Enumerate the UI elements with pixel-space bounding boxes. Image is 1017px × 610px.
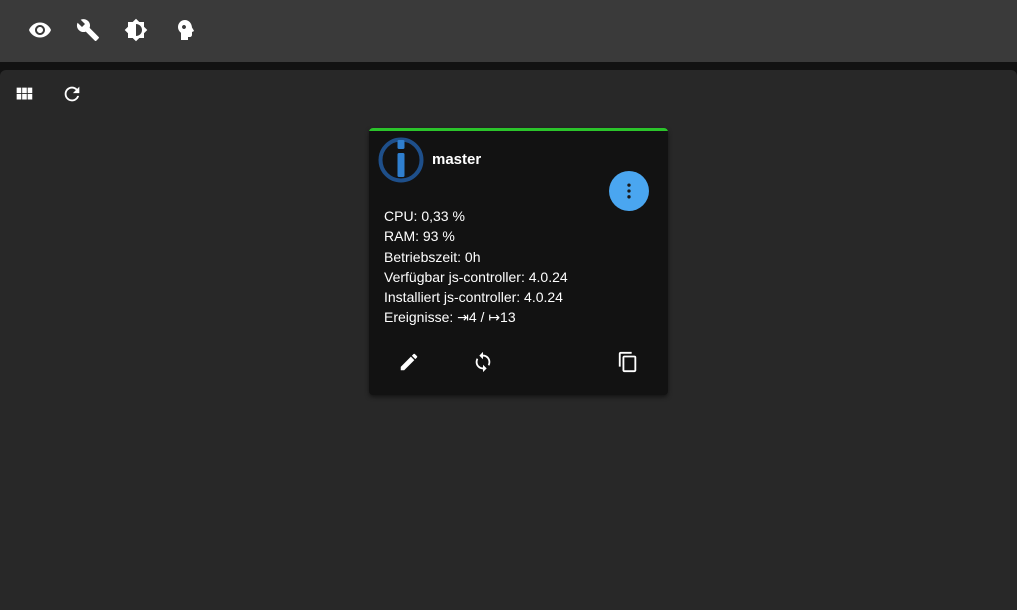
copy-button[interactable] [614, 348, 642, 376]
more-vertical-icon [627, 183, 631, 199]
host-card: master CPU: 0,33 % RAM: 93 % Betriebszei… [369, 128, 668, 395]
available-controller-info: Verfügbar js-controller: 4.0.24 [384, 268, 568, 285]
iobroker-logo [378, 137, 424, 183]
grid-view-icon[interactable] [12, 82, 36, 106]
sync-icon [475, 351, 491, 373]
host-title: master [432, 151, 482, 168]
eye-icon[interactable] [26, 16, 54, 44]
copy-icon [618, 351, 637, 373]
expert-mode-head-icon[interactable] [170, 16, 198, 44]
uptime-info: Betriebszeit: 0h [384, 248, 481, 265]
top-app-bar [0, 0, 1017, 62]
ram-info: RAM: 93 % [384, 228, 455, 245]
wrench-icon[interactable] [74, 16, 102, 44]
more-options-button[interactable] [609, 171, 649, 211]
main-content: master CPU: 0,33 % RAM: 93 % Betriebszei… [0, 70, 1017, 610]
host-info: CPU: 0,33 % RAM: 93 % Betriebszeit: 0h V… [384, 206, 568, 328]
edit-button[interactable] [395, 348, 423, 376]
installed-controller-info: Installiert js-controller: 4.0.24 [384, 289, 563, 306]
refresh-icon[interactable] [60, 82, 84, 106]
sync-button[interactable] [469, 348, 497, 376]
events-info: Ereignisse: ⇥4 / ↦13 [384, 309, 516, 326]
edit-icon [400, 353, 418, 371]
cpu-info: CPU: 0,33 % [384, 208, 465, 224]
brightness-icon[interactable] [122, 16, 150, 44]
status-bar [369, 128, 668, 131]
